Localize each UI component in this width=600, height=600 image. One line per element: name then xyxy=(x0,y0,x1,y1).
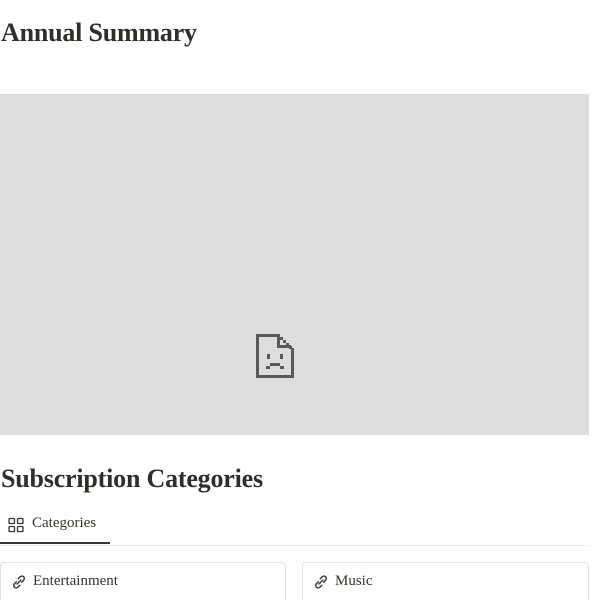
gallery-grid-icon xyxy=(8,517,24,533)
card-label: Music xyxy=(335,573,373,589)
subscription-categories-heading: Subscription Categories xyxy=(1,464,263,493)
link-icon xyxy=(315,575,327,589)
tab-categories[interactable]: Categories xyxy=(0,507,110,544)
view-tabs: Categories xyxy=(0,507,589,546)
broken-file-icon xyxy=(256,334,294,378)
embed-placeholder[interactable] xyxy=(0,94,589,435)
tab-label: Categories xyxy=(32,515,97,531)
category-card-music[interactable]: Music xyxy=(302,562,589,600)
link-icon xyxy=(13,575,25,589)
card-label: Entertainment xyxy=(33,573,118,589)
category-card-entertainment[interactable]: Entertainment xyxy=(0,562,286,600)
page: Annual Summary Subscription Categories C… xyxy=(0,0,600,600)
annual-summary-heading: Annual Summary xyxy=(1,18,197,47)
